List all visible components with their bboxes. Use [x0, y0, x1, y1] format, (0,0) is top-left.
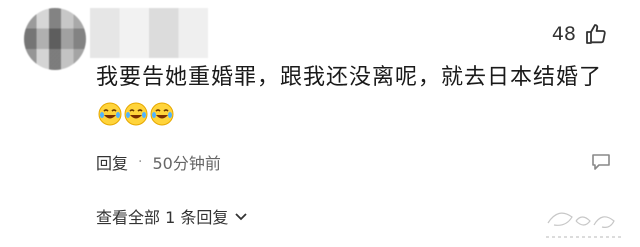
laugh-cry-emoji	[150, 102, 174, 138]
timestamp: 50分钟前	[152, 154, 221, 173]
comment-meta: 回复 · 50分钟前	[96, 150, 221, 174]
laugh-cry-emoji	[98, 102, 122, 138]
view-replies-label: 查看全部 1 条回复	[96, 208, 229, 227]
laugh-cry-emoji	[124, 102, 148, 138]
watermark-logo	[540, 203, 630, 243]
comment-text: 我要告她重婚罪，跟我还没离呢，就去日本结婚了	[96, 65, 603, 90]
separator-dot: ·	[138, 154, 143, 170]
chevron-down-icon	[234, 207, 248, 226]
view-all-replies-button[interactable]: 查看全部 1 条回复	[96, 205, 248, 227]
emoji-group	[98, 102, 174, 138]
thumbs-up-icon[interactable]	[584, 22, 608, 46]
comment-body: 我要告她重婚罪，跟我还没离呢，就去日本结婚了	[96, 60, 606, 138]
like-button[interactable]: 48	[552, 19, 608, 49]
username-redacted	[90, 8, 208, 58]
reply-button[interactable]: 回复	[96, 150, 128, 174]
like-count: 48	[551, 23, 576, 45]
avatar[interactable]	[24, 8, 86, 70]
reply-icon[interactable]	[590, 152, 612, 176]
